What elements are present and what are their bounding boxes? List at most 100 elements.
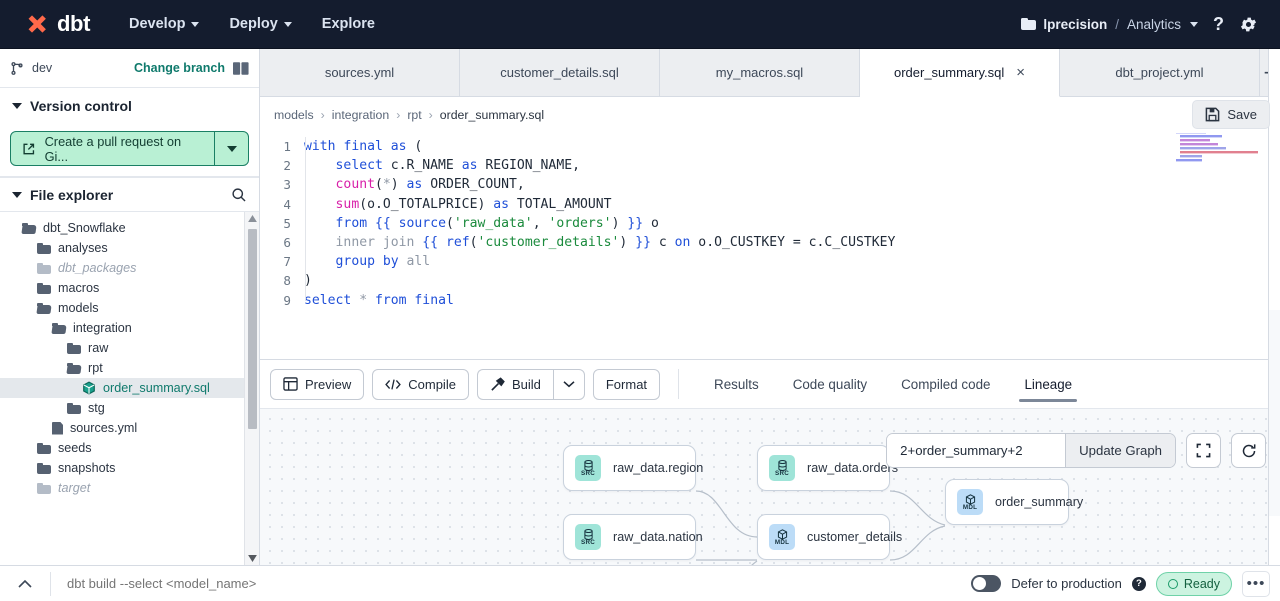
- file-tree-item-analyses[interactable]: analyses: [0, 238, 259, 258]
- breadcrumb-item[interactable]: rpt: [407, 108, 421, 122]
- nav-item-develop[interactable]: Develop: [116, 9, 212, 39]
- file-tree-scrollbar[interactable]: [244, 212, 259, 565]
- save-button[interactable]: Save: [1192, 100, 1270, 129]
- hammer-icon: [491, 376, 505, 391]
- pr-main-area[interactable]: Create a pull request on Gi...: [11, 132, 214, 165]
- results-tab-label: Lineage: [1024, 376, 1073, 392]
- file-tree-container: dbt_Snowflake analyses dbt_packages macros m…: [0, 212, 259, 565]
- code-line-text[interactable]: select c.R_NAME as REGION_NAME,: [304, 156, 580, 175]
- compile-button[interactable]: Compile: [372, 368, 469, 400]
- more-options-button[interactable]: •••: [1242, 570, 1270, 597]
- help-icon[interactable]: ?: [1210, 14, 1227, 35]
- file-tree-item-stg[interactable]: stg: [0, 398, 259, 418]
- code-line-text[interactable]: with final as (: [304, 137, 422, 156]
- code-line-text[interactable]: group by all: [304, 252, 431, 271]
- code-line-text[interactable]: inner join {{ ref('customer_details') }}…: [304, 233, 896, 252]
- code-line-text[interactable]: sum(o.O_TOTALPRICE) as TOTAL_AMOUNT: [304, 195, 612, 214]
- account-selector[interactable]: lprecision / Analytics: [1021, 17, 1198, 32]
- file-tree-item-raw[interactable]: raw: [0, 338, 259, 358]
- results-tab-compiled-code[interactable]: Compiled code: [884, 360, 1007, 408]
- editor-tab-dbt-project-yml[interactable]: dbt_project.yml: [1060, 49, 1260, 96]
- code-line: 1 with final as (: [260, 137, 1280, 156]
- graph-selector-input[interactable]: [887, 434, 1066, 467]
- gear-icon[interactable]: [1239, 15, 1258, 34]
- version-control-header[interactable]: Version control: [0, 88, 259, 123]
- code-line: 6 inner join {{ ref('customer_details') …: [260, 233, 1280, 252]
- graph-selector-group: Update Graph: [886, 433, 1176, 468]
- breadcrumb-item[interactable]: models: [274, 108, 314, 122]
- change-branch-link[interactable]: Change branch: [134, 61, 225, 75]
- editor-tab-order-summary-sql[interactable]: order_summary.sql ×: [860, 49, 1060, 97]
- build-dropdown-button[interactable]: [552, 368, 585, 400]
- breadcrumb-item[interactable]: order_summary.sql: [440, 108, 544, 122]
- file-tree-item-snapshots[interactable]: snapshots: [0, 458, 259, 478]
- results-tab-code-quality[interactable]: Code quality: [776, 360, 884, 408]
- main-editor-area: sources.yml customer_details.sql my_macros…: [260, 49, 1280, 566]
- close-icon[interactable]: ×: [1016, 65, 1025, 80]
- expand-panel-button[interactable]: [10, 579, 40, 589]
- file-tree-item-dbt-snowflake[interactable]: dbt_Snowflake: [0, 218, 259, 238]
- file-tree-item-models[interactable]: models: [0, 298, 259, 318]
- nav-item-deploy[interactable]: Deploy: [216, 9, 304, 39]
- code-minimap[interactable]: [1176, 133, 1268, 163]
- version-control-body: Create a pull request on Gi...: [0, 123, 259, 177]
- refresh-button[interactable]: [1231, 433, 1266, 468]
- command-input[interactable]: [61, 576, 962, 591]
- fullscreen-button[interactable]: [1186, 433, 1221, 468]
- update-graph-button[interactable]: Update Graph: [1065, 434, 1175, 467]
- dbt-logo[interactable]: dbt: [14, 11, 90, 37]
- file-tree-item-macros[interactable]: macros: [0, 278, 259, 298]
- file-tree-item-dbt-packages[interactable]: dbt_packages: [0, 258, 259, 278]
- source-badge-icon: SRC: [575, 455, 601, 481]
- lineage-node-raw-data-nation[interactable]: SRC raw_data.nation: [563, 514, 703, 560]
- scroll-down-arrow[interactable]: [245, 552, 259, 565]
- code-line: 3 count(*) as ORDER_COUNT,: [260, 175, 1280, 194]
- folder-open-icon: [37, 302, 51, 314]
- editor-tab-customer-details-sql[interactable]: customer_details.sql: [460, 49, 660, 96]
- lineage-node-order-summary[interactable]: MDL order_summary: [945, 479, 1083, 525]
- file-tree-item-label: dbt_Snowflake: [43, 221, 126, 235]
- create-pull-request-button[interactable]: Create a pull request on Gi...: [10, 131, 249, 166]
- file-tree-item-sources-yml[interactable]: sources.yml: [0, 418, 259, 438]
- editor-tab-my-macros-sql[interactable]: my_macros.sql: [660, 49, 860, 96]
- folder-icon: [37, 242, 51, 254]
- status-badge[interactable]: Ready: [1155, 571, 1232, 596]
- code-content[interactable]: 1 with final as (2 select c.R_NAME as REG…: [260, 133, 1280, 310]
- nav-item-explore[interactable]: Explore: [309, 9, 388, 39]
- lineage-node-raw-data-orders[interactable]: SRC raw_data.orders: [757, 445, 898, 491]
- defer-help-icon[interactable]: ?: [1131, 576, 1146, 591]
- folder-icon: [1021, 18, 1037, 30]
- search-icon[interactable]: [231, 187, 247, 203]
- branch-name: dev: [32, 61, 53, 75]
- branch-row: dev Change branch: [0, 49, 259, 88]
- file-tree-item-integration[interactable]: integration: [0, 318, 259, 338]
- code-line-text[interactable]: count(*) as ORDER_COUNT,: [304, 175, 525, 194]
- scroll-up-arrow[interactable]: [245, 212, 259, 225]
- file-tree-item-order-summary-sql[interactable]: order_summary.sql: [0, 378, 259, 398]
- file-tree-item-rpt[interactable]: rpt: [0, 358, 259, 378]
- lineage-node-customer-details[interactable]: MDL customer_details: [757, 514, 902, 560]
- file-tree-item-target[interactable]: target: [0, 478, 259, 498]
- file-explorer-header[interactable]: File explorer: [0, 177, 259, 212]
- editor-tab-sources-yml[interactable]: sources.yml: [260, 49, 460, 96]
- build-button[interactable]: Build: [476, 368, 553, 400]
- docs-book-icon[interactable]: [233, 61, 249, 75]
- code-line-text[interactable]: select * from final: [304, 291, 454, 310]
- line-number: 8: [283, 273, 291, 289]
- code-line-text[interactable]: from {{ source('raw_data', 'orders') }} …: [304, 214, 659, 233]
- breadcrumb-item[interactable]: integration: [332, 108, 389, 122]
- lower-toolbar: Preview Compile Build Format Results Cod…: [260, 360, 1280, 408]
- preview-button[interactable]: Preview: [270, 368, 365, 400]
- file-tree-item-seeds[interactable]: seeds: [0, 438, 259, 458]
- lineage-graph[interactable]: SRC raw_data.region SRC raw_data.nation SRC r…: [260, 408, 1280, 566]
- lineage-node-raw-data-region[interactable]: SRC raw_data.region: [563, 445, 703, 491]
- format-button[interactable]: Format: [592, 368, 661, 400]
- scrollbar-thumb[interactable]: [248, 229, 257, 429]
- source-badge-icon: SRC: [769, 455, 795, 481]
- pr-dropdown-toggle[interactable]: [214, 132, 248, 165]
- results-tab-lineage[interactable]: Lineage: [1007, 360, 1089, 408]
- format-label: Format: [605, 376, 648, 392]
- defer-to-production-toggle[interactable]: [971, 575, 1002, 592]
- results-tab-results[interactable]: Results: [697, 360, 776, 408]
- code-editor[interactable]: 1 with final as (2 select c.R_NAME as REG…: [260, 133, 1280, 316]
